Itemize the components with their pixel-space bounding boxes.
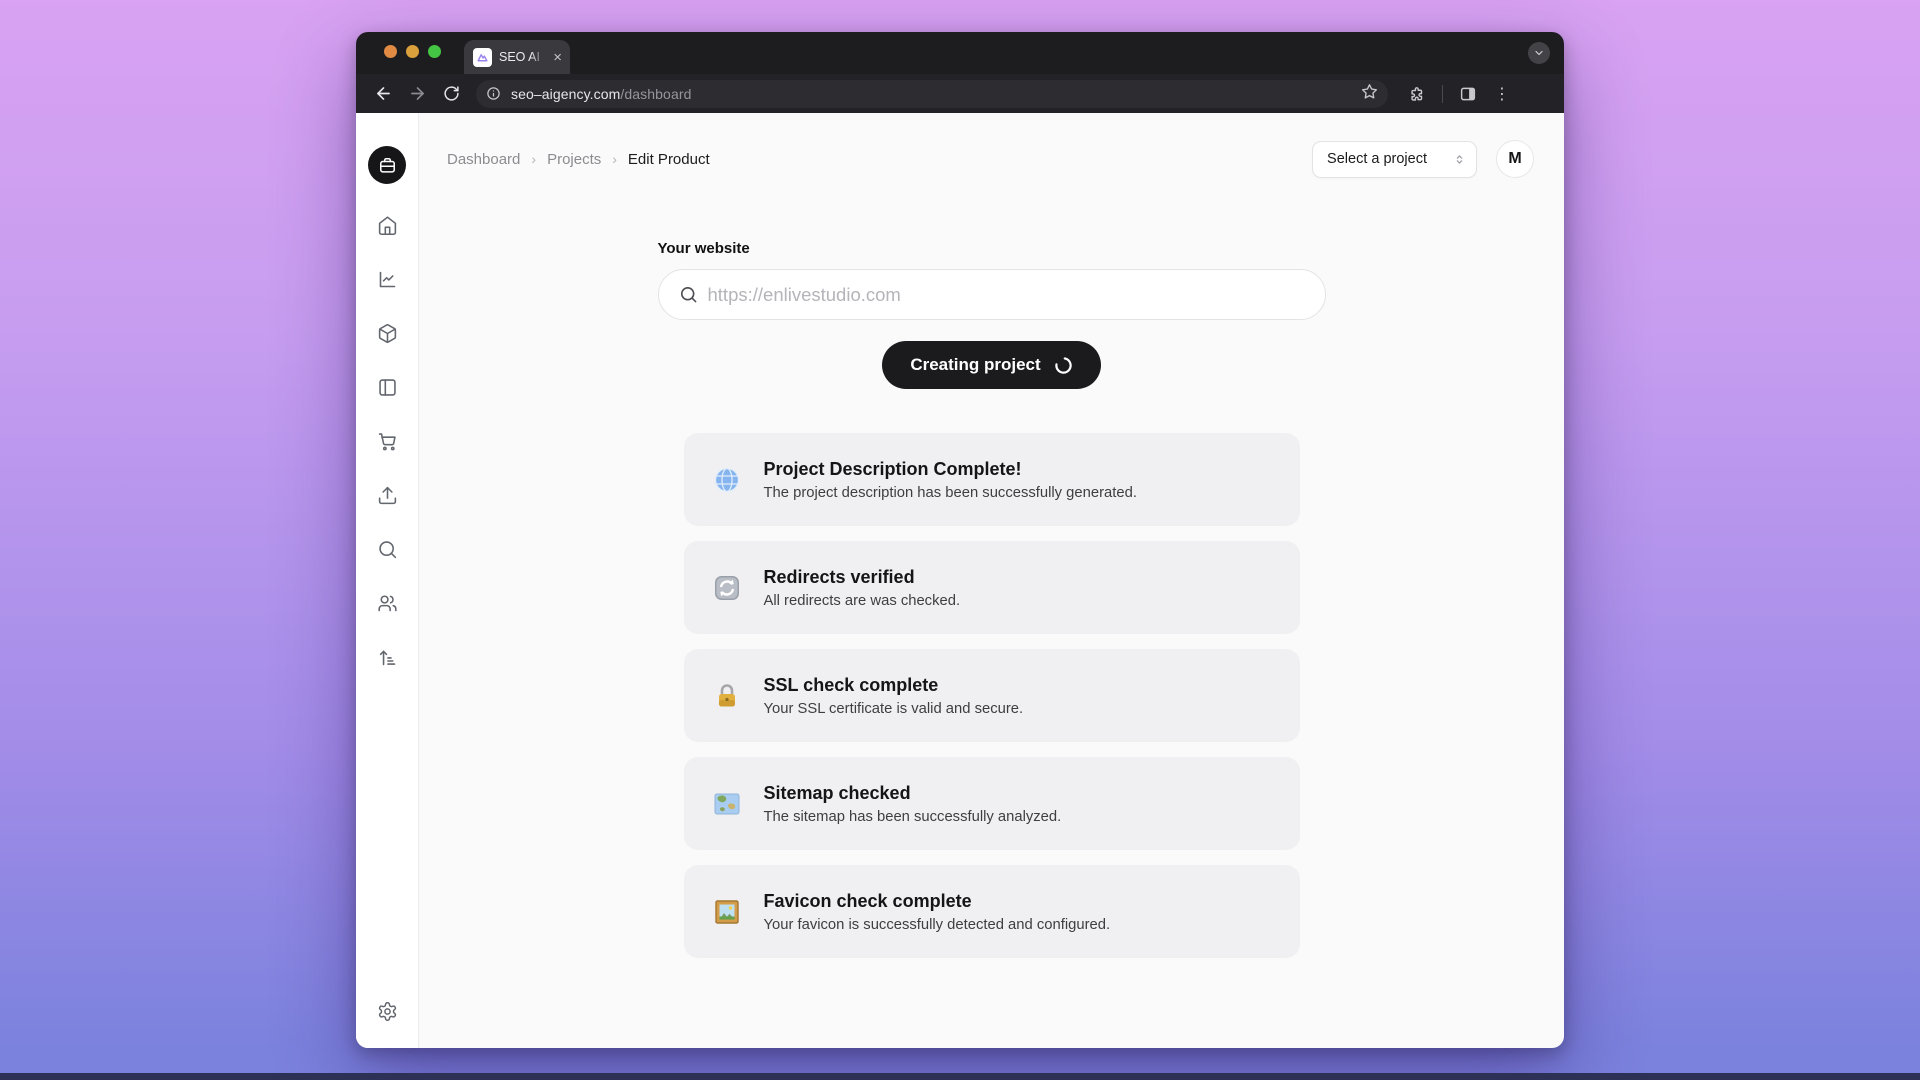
card-title: Sitemap checked — [764, 783, 1062, 804]
status-card: Sitemap checked The sitemap has been suc… — [684, 757, 1300, 850]
card-title: Favicon check complete — [764, 891, 1111, 912]
home-icon[interactable] — [376, 214, 398, 236]
tab-strip: SEO AI × — [356, 32, 1564, 74]
breadcrumb-projects[interactable]: Projects — [547, 151, 601, 168]
chevron-up-down-icon — [1453, 153, 1466, 166]
card-title: Project Description Complete! — [764, 459, 1137, 480]
user-avatar[interactable]: M — [1496, 140, 1534, 178]
search-icon — [679, 285, 698, 304]
creating-project-button[interactable]: Creating project — [882, 341, 1100, 389]
status-card: Redirects verified All redirects are was… — [684, 541, 1300, 634]
upload-icon[interactable] — [376, 484, 398, 506]
browser-toolbar: seo–aigency.com/dashboard ⋮ — [356, 74, 1564, 113]
project-select-label: Select a project — [1327, 151, 1427, 167]
picture-icon — [712, 897, 742, 927]
browser-tab[interactable]: SEO AI × — [464, 40, 570, 74]
desktop-bottom-edge — [0, 1073, 1920, 1080]
back-button[interactable] — [368, 79, 398, 109]
card-description: Your SSL certificate is valid and secure… — [764, 701, 1024, 717]
redirect-icon — [712, 573, 742, 603]
card-description: The sitemap has been successfully analyz… — [764, 809, 1062, 825]
card-description: Your favicon is successfully detected an… — [764, 917, 1111, 933]
project-select[interactable]: Select a project — [1312, 141, 1477, 178]
browser-window: SEO AI × seo–aigency.com/dashboard — [356, 32, 1564, 1048]
lock-icon — [712, 681, 742, 711]
extensions-icon[interactable] — [1402, 79, 1432, 109]
map-icon — [712, 789, 742, 819]
address-bar[interactable]: seo–aigency.com/dashboard — [476, 80, 1388, 108]
breadcrumb: Dashboard › Projects › Edit Product — [447, 151, 710, 168]
tab-close-icon[interactable]: × — [553, 50, 562, 65]
breadcrumb-dashboard[interactable]: Dashboard — [447, 151, 520, 168]
zoom-window-button[interactable] — [428, 45, 441, 58]
spinner-icon — [1054, 356, 1073, 375]
tab-title: SEO AI — [499, 50, 545, 64]
website-field-label: Your website — [658, 240, 1326, 257]
card-description: All redirects are was checked. — [764, 593, 961, 609]
settings-icon[interactable] — [376, 1000, 398, 1022]
browser-menu-icon[interactable]: ⋮ — [1487, 79, 1517, 109]
card-title: Redirects verified — [764, 567, 961, 588]
card-description: The project description has been success… — [764, 485, 1137, 501]
site-info-icon[interactable] — [482, 83, 504, 105]
globe-icon — [712, 465, 742, 495]
breadcrumb-edit-product: Edit Product — [628, 151, 710, 168]
status-card: SSL check complete Your SSL certificate … — [684, 649, 1300, 742]
card-title: SSL check complete — [764, 675, 1024, 696]
close-window-button[interactable] — [384, 45, 397, 58]
app-sidebar — [356, 113, 419, 1048]
chevron-right-icon: › — [531, 151, 536, 167]
creating-project-label: Creating project — [910, 355, 1040, 375]
analytics-icon[interactable] — [376, 268, 398, 290]
url-text: seo–aigency.com/dashboard — [511, 86, 691, 102]
main-panel: Dashboard › Projects › Edit Product Sele… — [419, 113, 1564, 1048]
cart-icon[interactable] — [376, 430, 398, 452]
tab-search-button[interactable] — [1528, 42, 1550, 64]
forward-button[interactable] — [402, 79, 432, 109]
toolbar-divider — [1442, 85, 1443, 103]
products-icon[interactable] — [376, 322, 398, 344]
minimize-window-button[interactable] — [406, 45, 419, 58]
status-card: Favicon check complete Your favicon is s… — [684, 865, 1300, 958]
bookmark-star-icon[interactable] — [1361, 83, 1378, 105]
status-card: Project Description Complete! The projec… — [684, 433, 1300, 526]
chevron-right-icon: › — [612, 151, 617, 167]
sidebar-nav — [376, 214, 398, 668]
status-card-list: Project Description Complete! The projec… — [684, 433, 1300, 958]
window-controls — [384, 45, 441, 58]
site-favicon — [473, 48, 492, 67]
layout-icon[interactable] — [376, 376, 398, 398]
users-icon[interactable] — [376, 592, 398, 614]
website-input-placeholder: https://enlivestudio.com — [708, 284, 901, 306]
rankings-icon[interactable] — [376, 646, 398, 668]
url-path: /dashboard — [620, 86, 691, 102]
side-panel-icon[interactable] — [1453, 79, 1483, 109]
url-host: seo–aigency.com — [511, 86, 620, 102]
website-input[interactable]: https://enlivestudio.com — [658, 269, 1326, 320]
reload-button[interactable] — [436, 79, 466, 109]
search-icon[interactable] — [376, 538, 398, 560]
workspace-logo[interactable] — [368, 146, 406, 184]
